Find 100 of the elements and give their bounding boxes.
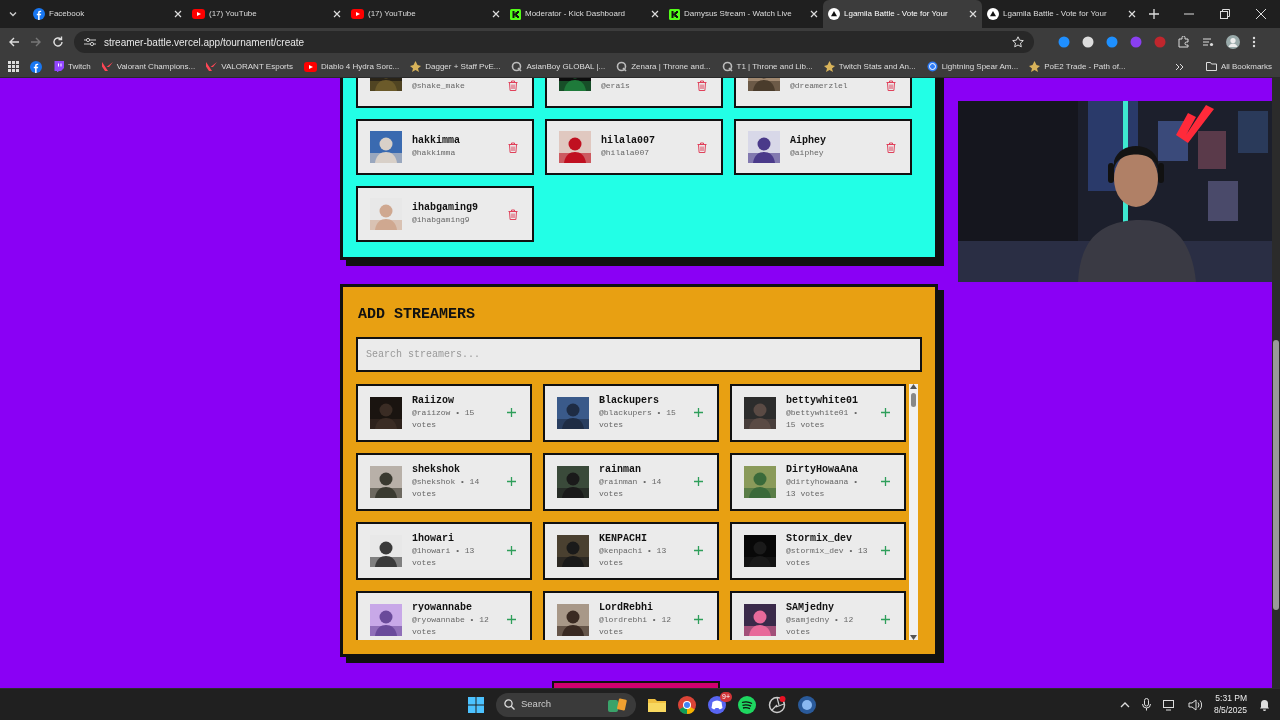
search-field[interactable]: Search streamers... (356, 336, 922, 372)
bookmark[interactable]: Diablo 4 Hydra Sorc... (303, 60, 400, 73)
close-icon[interactable] (492, 10, 500, 18)
streamer-name: shekshok (412, 464, 461, 477)
search-icon (504, 699, 515, 710)
scroll-thumb[interactable] (911, 392, 916, 407)
streamer-name: hakkimma (412, 135, 461, 148)
app-art-icon (606, 697, 628, 712)
ring-icon (616, 61, 628, 72)
chevron-right-icon[interactable] (1174, 61, 1185, 72)
scroll-up-icon[interactable] (910, 383, 917, 389)
extension-icon[interactable] (1058, 36, 1070, 48)
browser-tab[interactable]: Moderator - Kick Dashboard (505, 0, 664, 28)
streamer-handle: @hilala007 (601, 147, 650, 159)
globe-icon (926, 61, 938, 72)
more-icon[interactable] (1252, 36, 1256, 48)
play-icon (351, 9, 364, 19)
close-icon[interactable] (1256, 9, 1266, 19)
streamer-votes: @lordrebhi • 12 votes (599, 614, 672, 637)
browser-tab[interactable]: Lgamila Battle - Vote for Your (823, 0, 982, 28)
bookmark[interactable]: Twitch (53, 60, 91, 73)
bookmark[interactable]: Zenara | Throne and... (616, 60, 711, 73)
bell-icon[interactable] (1259, 698, 1270, 711)
emblem-icon (410, 61, 422, 72)
orb-app-icon[interactable] (798, 695, 816, 714)
streamer-votes: @ryowannabe • 12 votes (412, 614, 490, 637)
speaker-icon[interactable] (1187, 698, 1202, 711)
play-icon (303, 61, 317, 72)
close-icon[interactable] (174, 10, 182, 18)
bookmark[interactable]: Twitch Stats and An... (823, 60, 916, 73)
music-app-icon[interactable] (738, 695, 756, 714)
trash-icon[interactable] (508, 80, 518, 91)
v-logo-icon (101, 61, 113, 72)
streamer-name: bettywhite01 (786, 395, 859, 408)
bookmark[interactable]: Lightning Spear Am... (926, 60, 1019, 73)
v-logo-icon (206, 61, 218, 72)
streamer-votes: @rainman • 14 votes (599, 476, 663, 499)
browser-tab[interactable]: Facebook (28, 0, 187, 28)
forward-arrow-icon[interactable] (30, 36, 42, 48)
restore-icon[interactable] (1220, 9, 1230, 19)
folder-icon[interactable] (648, 697, 666, 712)
streamer-votes: @dirtyhowaana • 13 votes (786, 476, 859, 499)
address-bar[interactable]: streamer-battle.vercel.app/tournament/create (74, 31, 1034, 53)
trash-icon[interactable] (508, 208, 518, 220)
trash-icon[interactable] (697, 141, 707, 153)
reload-icon[interactable] (52, 36, 64, 48)
trash-icon[interactable] (886, 80, 896, 91)
close-icon[interactable] (810, 10, 818, 18)
taskbar-search[interactable]: Search (496, 692, 636, 717)
browser-tab[interactable]: (17) YouTube (187, 0, 346, 28)
streamer-handle: @era1s (601, 79, 631, 91)
windows-logo-icon[interactable] (468, 696, 484, 713)
network-icon[interactable] (1162, 698, 1176, 711)
folder-icon (1205, 62, 1217, 71)
bookmark[interactable]: T1 | Throne and Lib... (721, 60, 813, 73)
close-icon[interactable] (651, 10, 659, 18)
close-icon[interactable] (969, 10, 977, 18)
apps-grid-icon[interactable] (8, 61, 19, 72)
star-icon[interactable] (1012, 36, 1024, 48)
site-settings-icon[interactable] (84, 37, 96, 47)
media-icon[interactable] (1202, 36, 1214, 48)
microphone-icon[interactable] (1141, 698, 1151, 711)
bookmark[interactable]: AsianBoy GLOBAL |... (511, 60, 606, 73)
triangle-icon (828, 8, 840, 20)
browser-icon[interactable] (678, 695, 696, 714)
bookmark[interactable]: All Bookmarks (1205, 60, 1272, 73)
streamer-name: Raiizow (412, 395, 455, 408)
browser-tab[interactable]: Lgamila Battle - Vote for Your (982, 0, 1141, 28)
streamer-name: ryowannabe (412, 602, 473, 615)
facebook-icon (33, 8, 45, 20)
streamer-handle: @ihabgaming9 (412, 214, 471, 226)
back-arrow-icon[interactable] (8, 36, 20, 48)
clock-date[interactable]: 8/5/2025 (1213, 704, 1247, 716)
chevron-up-icon[interactable] (1119, 700, 1130, 709)
close-icon[interactable] (333, 10, 341, 18)
profile-avatar-icon[interactable] (1226, 35, 1240, 49)
scroll-down-icon[interactable] (910, 634, 917, 640)
k-logo-icon (669, 8, 680, 20)
extension-icon[interactable] (1106, 36, 1118, 48)
trash-icon[interactable] (886, 141, 896, 153)
trash-icon[interactable] (508, 141, 518, 153)
bookmark[interactable]: Valorant Champions... (101, 60, 196, 73)
extension-icon[interactable] (1082, 36, 1094, 48)
streamer-name: ihabgaming9 (412, 202, 479, 215)
bookmark[interactable]: VALORANT Esports (206, 60, 293, 73)
bookmark[interactable]: PoE2 Trade - Path of... (1029, 60, 1126, 73)
trash-icon[interactable] (697, 80, 707, 91)
bookmark[interactable]: Dagger + Staff PvE... (410, 60, 501, 73)
browser-tab[interactable]: (17) YouTube (346, 0, 505, 28)
aperture-app-icon[interactable] (768, 695, 786, 714)
scrollbar[interactable] (909, 383, 918, 640)
clock-time[interactable]: 5:31 PM (1213, 693, 1247, 705)
section-title: ADD STREAMERS (358, 305, 477, 325)
browser-tab[interactable]: Damysus Stream - Watch Live (664, 0, 823, 28)
k-logo-icon (510, 8, 521, 20)
facebook-icon[interactable] (30, 60, 42, 73)
close-icon[interactable] (1128, 10, 1136, 18)
scrollbar[interactable] (1272, 78, 1280, 688)
chevron-down-icon[interactable] (8, 9, 18, 19)
puzzle-icon[interactable] (1178, 36, 1190, 48)
